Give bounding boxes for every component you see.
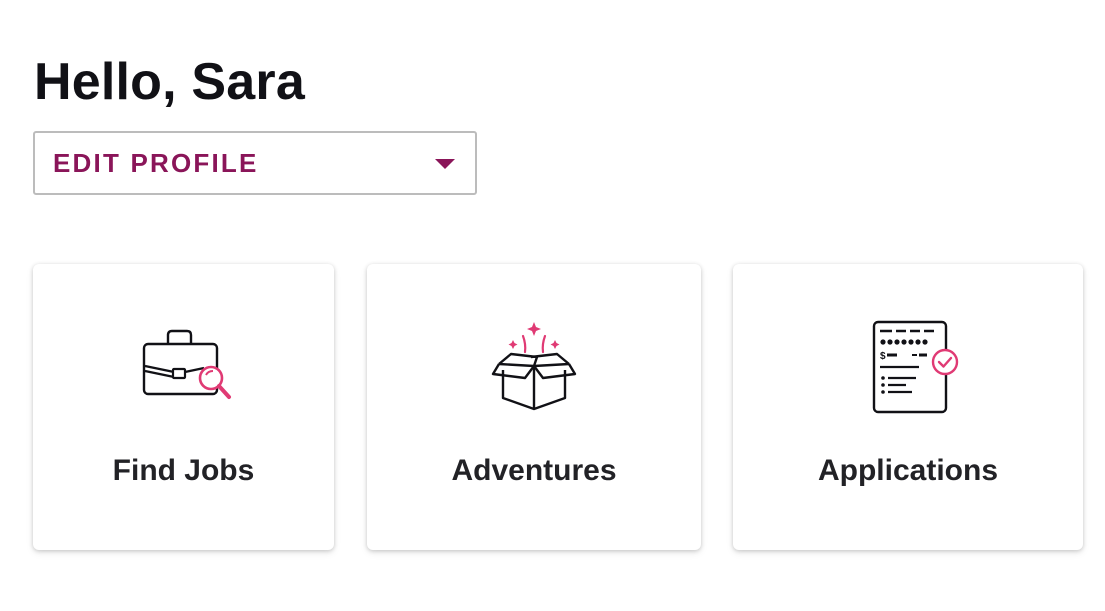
dashboard-page: Hello, Sara EDIT PROFILE Find Jobs Adven… [0, 0, 1105, 611]
applications-label: Applications [817, 454, 998, 487]
open-box-sparkle-icon [491, 322, 577, 411]
applications-card[interactable]: $ Applications [733, 264, 1083, 550]
greeting-heading: Hello, Sara [34, 53, 305, 111]
edit-profile-label: EDIT PROFILE [53, 147, 259, 178]
find-jobs-label: Find Jobs [112, 454, 255, 487]
briefcase-search-icon [142, 329, 231, 399]
adventures-card[interactable]: Adventures [367, 264, 701, 550]
svg-text:$: $ [880, 351, 886, 362]
adventures-label: Adventures [451, 454, 617, 487]
caret-down-icon [435, 159, 455, 169]
edit-profile-dropdown[interactable]: EDIT PROFILE [33, 131, 477, 195]
find-jobs-card[interactable]: Find Jobs [33, 264, 334, 550]
application-document-check-icon: $ [872, 320, 959, 414]
